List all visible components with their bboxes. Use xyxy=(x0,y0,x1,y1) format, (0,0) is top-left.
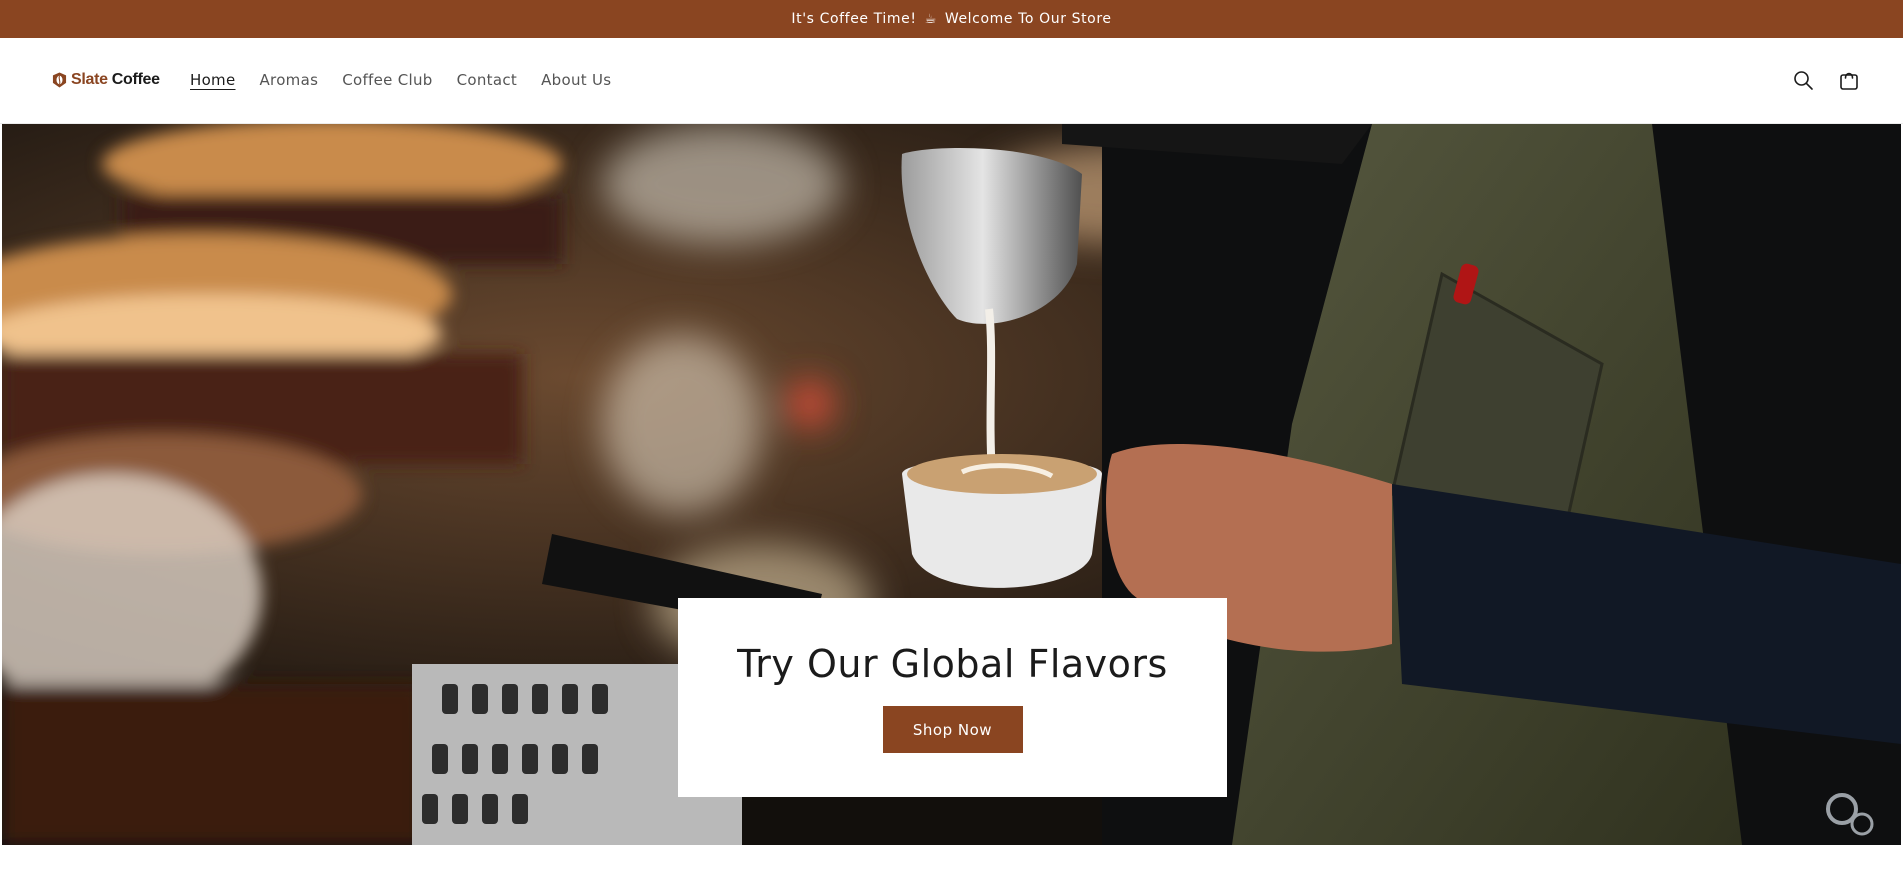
main-nav: Home Aromas Coffee Club Contact About Us xyxy=(190,68,635,92)
announcement-text-start: It's Coffee Time! xyxy=(791,11,917,27)
shop-now-button[interactable]: Shop Now xyxy=(882,706,1023,753)
hero-card: Try Our Global Flavors Shop Now xyxy=(678,598,1227,797)
site-logo[interactable]: Slate Coffee xyxy=(52,69,160,91)
header-actions xyxy=(1789,66,1863,94)
coffee-cup-icon: ☕ xyxy=(924,11,937,27)
search-icon xyxy=(1794,71,1813,90)
cart-icon xyxy=(1840,72,1858,90)
logo-brand-second: Coffee xyxy=(111,71,160,88)
nav-item-about-us[interactable]: About Us xyxy=(541,71,611,89)
logo-brand-first: Slate xyxy=(71,71,108,88)
announcement-text-end: Welcome To Our Store xyxy=(944,11,1112,27)
cart-button[interactable] xyxy=(1835,66,1863,94)
search-button[interactable] xyxy=(1789,66,1817,94)
nav-item-home[interactable]: Home xyxy=(190,71,236,89)
site-header: Slate Coffee Home Aromas Coffee Club Con… xyxy=(0,38,1903,124)
hero-title: Try Our Global Flavors xyxy=(737,642,1168,686)
coffee-bean-shield-icon xyxy=(52,72,67,88)
nav-item-coffee-club[interactable]: Coffee Club xyxy=(342,71,432,89)
nav-item-contact[interactable]: Contact xyxy=(457,71,517,89)
announcement-bar: It's Coffee Time! ☕ Welcome To Our Store xyxy=(0,0,1903,38)
nav-item-aromas[interactable]: Aromas xyxy=(260,71,319,89)
hero-banner: Try Our Global Flavors Shop Now xyxy=(2,124,1901,845)
